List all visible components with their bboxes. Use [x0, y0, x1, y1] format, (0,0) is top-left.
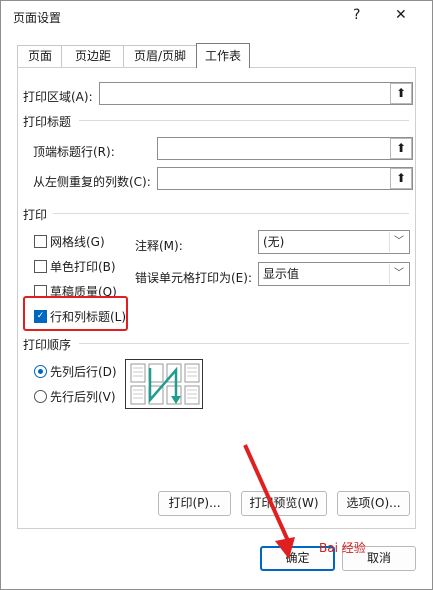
tab-sheet[interactable]: 工作表 — [196, 43, 250, 68]
page-setup-dialog: 页面设置 ? ✕ 页面 页边距 页眉/页脚 工作表 打印区域(A): ⬆ 打印标… — [0, 0, 433, 590]
options-button[interactable]: 选项(O)... — [337, 491, 410, 516]
cols-to-repeat-input[interactable] — [157, 167, 413, 190]
chevron-down-icon: ﹀ — [389, 232, 408, 252]
tab-header-footer[interactable]: 页眉/页脚 — [123, 45, 197, 67]
watermark-text: Bai 经验 — [319, 541, 366, 555]
print-area-label: 打印区域(A): — [23, 90, 93, 104]
rows-to-repeat-label: 顶端标题行(R): — [33, 145, 115, 159]
page-order-group: 打印顺序 — [23, 338, 72, 352]
cell-errors-label: 错误单元格打印为(E): — [135, 271, 252, 285]
annotation-highlight-box — [23, 296, 128, 331]
title-bar: 页面设置 ? ✕ — [1, 1, 432, 33]
rows-to-repeat-input[interactable] — [157, 137, 413, 160]
group-divider — [79, 120, 409, 121]
tab-margins[interactable]: 页边距 — [61, 45, 125, 67]
print-group: 打印 — [23, 208, 48, 222]
cols-to-repeat-label: 从左侧重复的列数(C): — [33, 175, 151, 189]
page-order-preview — [125, 359, 203, 409]
print-titles-group: 打印标题 — [23, 115, 72, 129]
page-order-preview-icon — [130, 363, 200, 405]
chevron-down-icon: ﹀ — [389, 264, 408, 284]
comments-select[interactable]: (无) ﹀ — [258, 230, 410, 254]
over-then-down-label[interactable]: 先行后列(V) — [50, 388, 116, 405]
gridlines-label[interactable]: 网格线(G) — [50, 233, 105, 250]
collapse-dialog-icon[interactable]: ⬆ — [390, 138, 412, 159]
close-icon[interactable]: ✕ — [395, 7, 407, 23]
black-and-white-checkbox[interactable] — [34, 260, 47, 273]
print-area-input[interactable] — [99, 82, 413, 105]
cell-errors-select[interactable]: 显示值 ﹀ — [258, 262, 410, 286]
down-then-over-radio[interactable] — [34, 365, 47, 378]
black-and-white-label[interactable]: 单色打印(B) — [50, 258, 116, 275]
group-divider — [53, 213, 409, 214]
down-then-over-label[interactable]: 先列后行(D) — [50, 363, 117, 380]
annotation-arrow-icon — [243, 444, 295, 559]
comments-label: 注释(M): — [135, 239, 183, 253]
group-divider — [79, 343, 409, 344]
collapse-dialog-icon[interactable]: ⬆ — [390, 168, 412, 189]
print-button[interactable]: 打印(P)... — [158, 491, 231, 516]
dialog-title: 页面设置 — [13, 11, 62, 25]
collapse-dialog-icon[interactable]: ⬆ — [390, 83, 412, 104]
over-then-down-radio[interactable] — [34, 390, 47, 403]
help-icon[interactable]: ? — [353, 7, 360, 23]
tab-page[interactable]: 页面 — [17, 45, 63, 67]
gridlines-checkbox[interactable] — [34, 235, 47, 248]
